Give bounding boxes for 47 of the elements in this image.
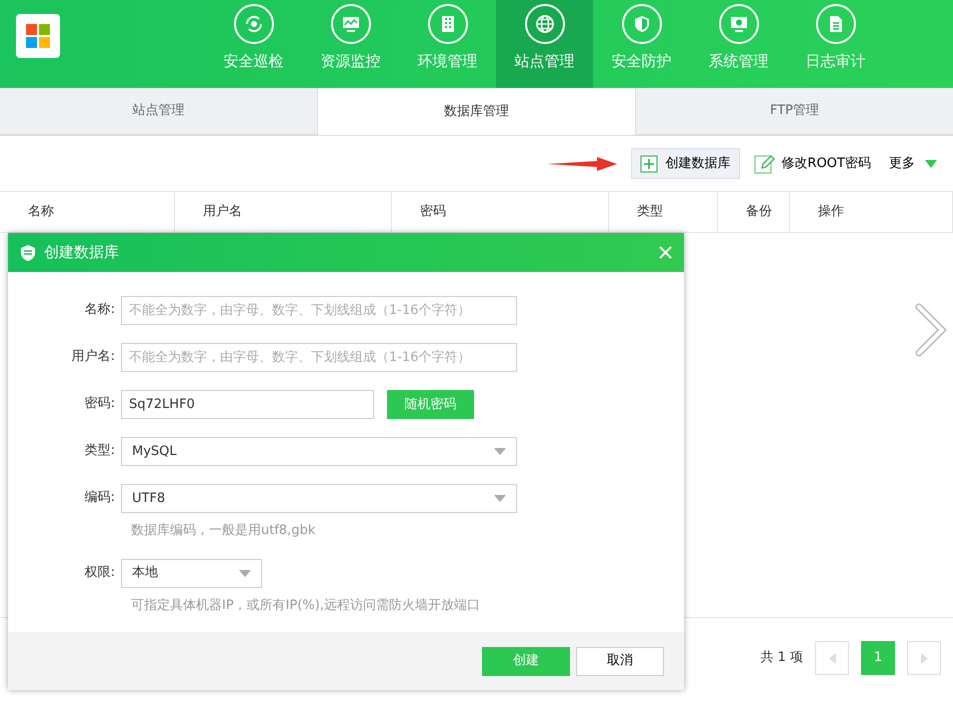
select-dropdown[interactable]: MySQL	[121, 437, 517, 466]
page-total: 共 1 项	[760, 649, 803, 668]
tab[interactable]: 数据库管理	[317, 88, 636, 135]
dialog-title: 创建数据库	[44, 242, 120, 264]
close-icon[interactable]	[659, 246, 672, 259]
nav-tab[interactable]: 站点管理	[496, 0, 593, 88]
field-label: 用户名:	[70, 348, 116, 366]
column-header: 用户名	[175, 192, 392, 232]
next-page-button[interactable]	[907, 641, 941, 675]
tab[interactable]: FTP管理	[636, 88, 953, 135]
caret-right-icon	[920, 652, 928, 664]
field-label: 名称:	[84, 301, 116, 319]
column-header: 备份	[718, 192, 790, 232]
help-text: 数据库编码，一般是用utf8,gbk	[130, 522, 316, 540]
field-label: 编码:	[84, 489, 116, 507]
caret-down-icon	[239, 570, 251, 576]
field-label: 密码:	[84, 395, 116, 413]
field-label: 类型:	[84, 442, 116, 460]
caret-down-icon	[494, 448, 506, 455]
change-root-password-button[interactable]: 修改ROOT密码	[750, 148, 875, 178]
help-text: 可指定具体机器IP，或所有IP(%),远程访问需防火墙开放端口	[130, 596, 480, 614]
column-header: 类型	[609, 192, 718, 232]
globe-icon	[534, 14, 554, 34]
monitor-chart-icon	[340, 14, 360, 34]
tab[interactable]: 站点管理	[0, 88, 317, 135]
select-dropdown[interactable]: 本地	[121, 558, 262, 588]
cancel-button[interactable]: 取消	[576, 646, 664, 676]
create-database-button[interactable]: 创建数据库	[630, 148, 740, 180]
column-header: 名称	[0, 192, 175, 232]
field-label: 权限:	[84, 564, 116, 582]
app-logo	[16, 14, 60, 58]
input-field[interactable]: 不能全为数字，由字母、数字、下划线组成（1-16个字符）	[121, 343, 517, 372]
input-field[interactable]: Sq72LHF0	[121, 390, 374, 419]
plus-icon	[640, 154, 658, 172]
input-field[interactable]: 不能全为数字，由字母、数字、下划线组成（1-16个字符）	[121, 296, 517, 325]
monitor-gear-icon	[728, 14, 748, 34]
select-dropdown[interactable]: UTF8	[121, 484, 517, 513]
scan-icon	[244, 14, 264, 34]
column-header: 密码	[392, 192, 609, 232]
caret-down-icon	[925, 160, 937, 168]
shield-icon	[20, 244, 36, 262]
pencil-icon	[754, 154, 776, 174]
caret-down-icon	[494, 495, 506, 502]
more-dropdown[interactable]: 更多	[885, 148, 941, 178]
caret-left-icon	[828, 652, 836, 664]
column-header: 操作	[790, 192, 953, 232]
previous-page-button[interactable]	[815, 641, 849, 675]
